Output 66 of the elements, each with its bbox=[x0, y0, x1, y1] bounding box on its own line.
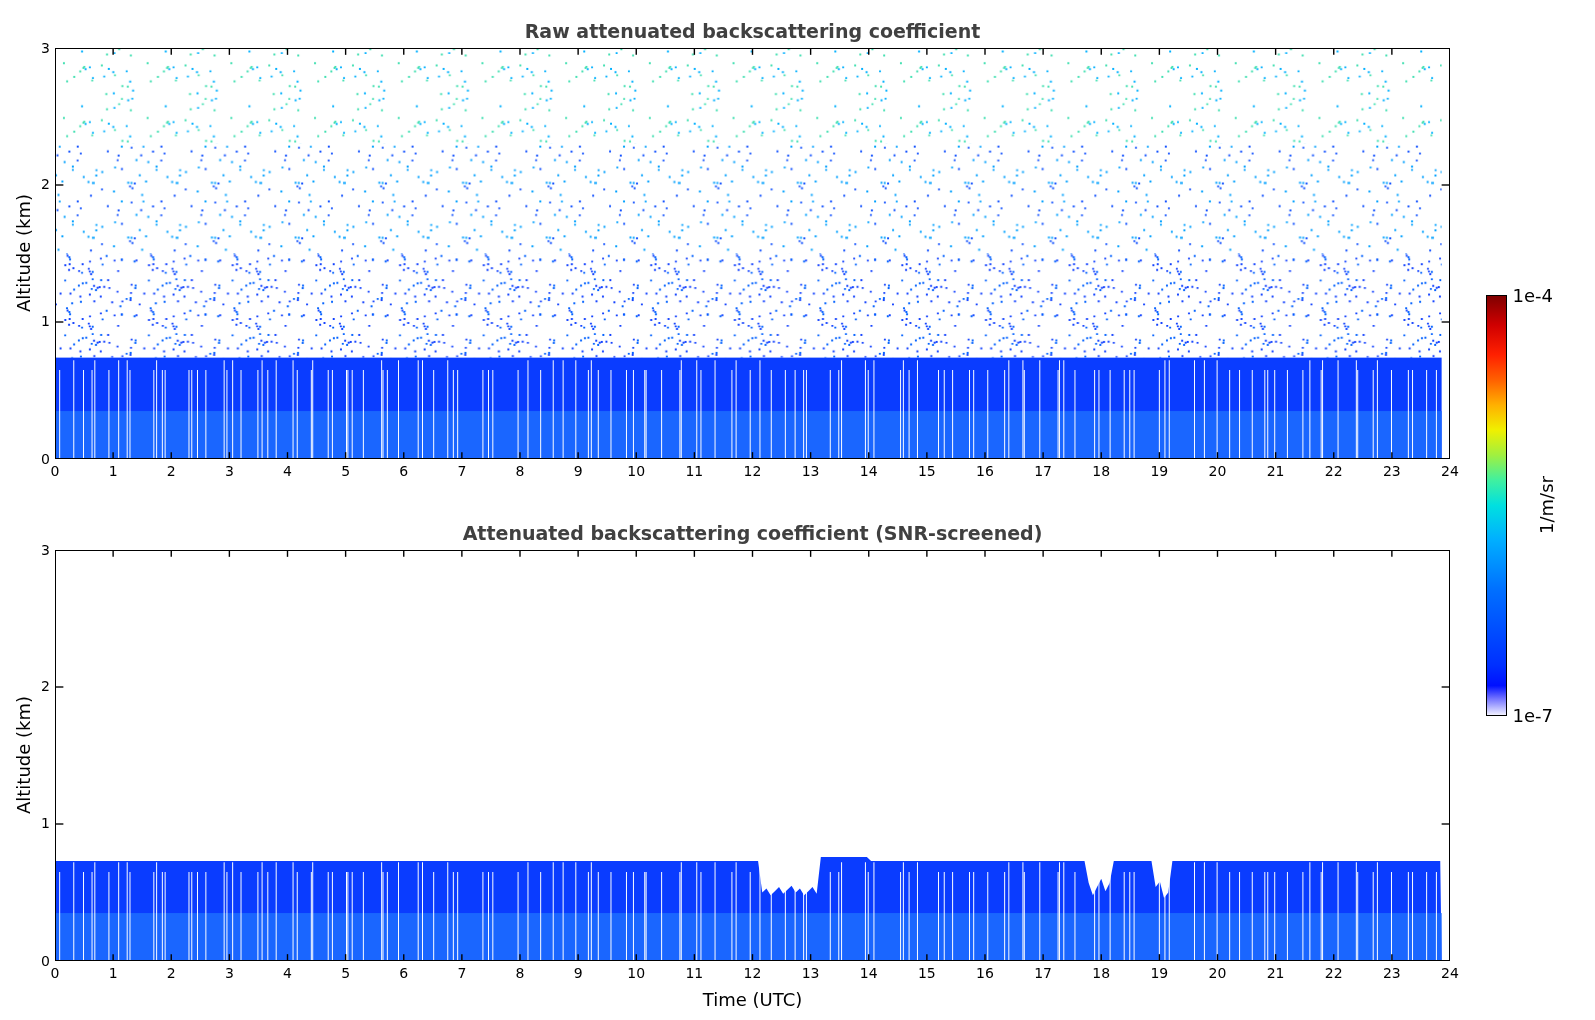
axis-label: Altitude (km) bbox=[12, 695, 34, 815]
tick-label: 0 bbox=[41, 952, 50, 969]
tick-label: 18 bbox=[1092, 462, 1111, 479]
tick-label: 0 bbox=[50, 964, 60, 981]
tick-label: 15 bbox=[917, 964, 936, 981]
tick-label: 6 bbox=[399, 964, 409, 981]
tick-label: 23 bbox=[1382, 964, 1401, 981]
tick-label: 18 bbox=[1092, 964, 1111, 981]
tick-label: 10 bbox=[627, 462, 646, 479]
tick-label: 2 bbox=[41, 176, 50, 193]
tick-label: 8 bbox=[515, 462, 525, 479]
tick-label: 3 bbox=[224, 462, 234, 479]
tick-label: 17 bbox=[1034, 462, 1053, 479]
tick-label: 1 bbox=[41, 815, 50, 832]
tick-label: 16 bbox=[976, 964, 994, 981]
plot-title: Raw attenuated backscattering coefficient bbox=[523, 18, 982, 44]
tick-label: 13 bbox=[801, 964, 820, 981]
tick-label: 22 bbox=[1324, 462, 1343, 479]
tick-label: 3 bbox=[41, 541, 50, 558]
tick-label: 9 bbox=[573, 462, 583, 479]
tick-label: 4 bbox=[283, 964, 292, 981]
tick-label: 11 bbox=[685, 462, 704, 479]
tick-label: 17 bbox=[1034, 964, 1053, 981]
tick-label: 14 bbox=[859, 964, 878, 981]
tick-label: 16 bbox=[976, 462, 994, 479]
tick-label: 2 bbox=[166, 462, 176, 479]
tick-label: 5 bbox=[341, 964, 351, 981]
tick-label: 20 bbox=[1208, 462, 1227, 479]
tick-label: 13 bbox=[801, 462, 820, 479]
axis-label: Time (UTC) bbox=[702, 988, 803, 1010]
tick-label: 4 bbox=[283, 462, 292, 479]
tick-label: 20 bbox=[1208, 964, 1227, 981]
tick-label: 5 bbox=[341, 462, 351, 479]
tick-label: 12 bbox=[743, 964, 762, 981]
tick-label: 2 bbox=[166, 964, 176, 981]
tick-label: 1 bbox=[41, 313, 50, 330]
tick-label: 7 bbox=[457, 462, 467, 479]
tick-label: 3 bbox=[41, 39, 50, 56]
colorbar-label: 1e-7 bbox=[1512, 704, 1554, 726]
tick-label: 1 bbox=[108, 462, 118, 479]
tick-label: 10 bbox=[627, 964, 646, 981]
tick-label: 19 bbox=[1150, 462, 1169, 479]
tick-label: 8 bbox=[515, 964, 525, 981]
tick-label: 0 bbox=[50, 462, 60, 479]
tick-label: 19 bbox=[1150, 964, 1169, 981]
tick-label: 2 bbox=[41, 678, 50, 695]
tick-label: 3 bbox=[224, 964, 234, 981]
axis-label: Altitude (km) bbox=[12, 193, 34, 313]
unit-label: 1/m/sr bbox=[1535, 476, 1557, 534]
tick-label: 21 bbox=[1266, 964, 1285, 981]
tick-label: 24 bbox=[1441, 462, 1459, 479]
tick-label: 15 bbox=[917, 462, 936, 479]
tick-label: 24 bbox=[1441, 964, 1459, 981]
tick-label: 12 bbox=[743, 462, 762, 479]
tick-label: 0 bbox=[41, 450, 50, 467]
colorbar-label: 1e-4 bbox=[1512, 284, 1554, 306]
tick-label: 22 bbox=[1324, 964, 1343, 981]
tick-label: 14 bbox=[859, 462, 878, 479]
tick-label: 1 bbox=[108, 964, 118, 981]
tick-label: 6 bbox=[399, 462, 409, 479]
tick-label: 11 bbox=[685, 964, 704, 981]
tick-label: 23 bbox=[1382, 462, 1401, 479]
tick-label: 9 bbox=[573, 964, 583, 981]
plot-title: Attenuated backscattering coefficient (SNR-screened) bbox=[461, 520, 1044, 546]
tick-label: 7 bbox=[457, 964, 467, 981]
tick-label: 21 bbox=[1266, 462, 1285, 479]
